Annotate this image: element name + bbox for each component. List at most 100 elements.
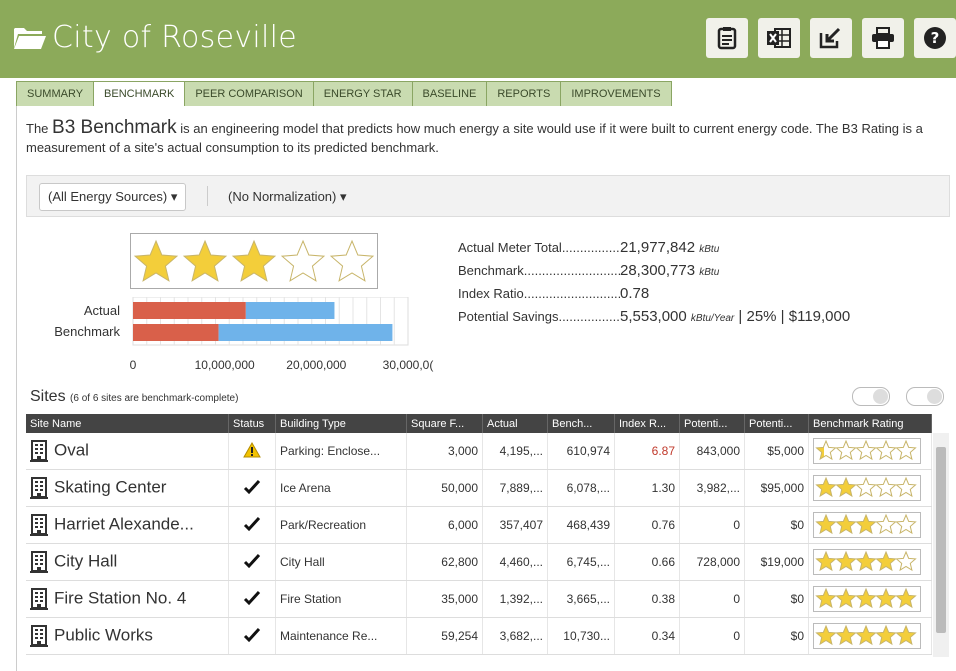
potential-usd-cell: $0: [744, 506, 809, 544]
actual-cell: 357,407: [482, 506, 548, 544]
row-rating-stars: [815, 587, 917, 609]
stat-actual: Actual Meter Total......................…: [458, 236, 850, 259]
tab-baseline[interactable]: BASELINE: [411, 81, 488, 106]
overall-stars: [133, 239, 375, 282]
print-button[interactable]: [862, 18, 904, 58]
energy-source-select[interactable]: (All Energy Sources) ▾: [39, 183, 187, 211]
square-feet-cell: 50,000: [406, 469, 483, 507]
app-header: City of Roseville ?: [0, 0, 956, 78]
tab-benchmark[interactable]: BENCHMARK: [93, 81, 186, 108]
square-feet-cell: 62,800: [406, 543, 483, 581]
star-outline: [875, 439, 897, 461]
potential-kbtu-cell: 0: [679, 617, 745, 655]
stat-value: 5,553,000 kBtu/Year | 25% | $119,000: [620, 308, 851, 325]
status-cell: [228, 469, 276, 507]
table-row[interactable]: City Hall City Hall 62,800 4,460,... 6,745,.…: [26, 543, 932, 581]
index-ratio-cell: 0.66: [614, 543, 680, 581]
star-outline: [875, 476, 897, 498]
normalization-select[interactable]: (No Normalization) ▾: [219, 183, 356, 211]
group-toggle[interactable]: [852, 387, 890, 406]
stat-potential-savings: Potential Savings.......................…: [458, 305, 850, 328]
building-icon: [30, 514, 48, 536]
index-ratio-cell: 6.87: [614, 433, 680, 470]
row-rating-stars: [815, 624, 917, 646]
actual-bar-blue: [245, 302, 335, 319]
col-potential-kbtu[interactable]: Potenti...: [679, 414, 745, 433]
site-name-cell[interactable]: City Hall: [26, 543, 229, 581]
building-icon: [30, 477, 48, 499]
benchmark-cell: 3,665,...: [547, 580, 615, 618]
tab-peer-comparison[interactable]: PEER COMPARISON: [184, 81, 314, 106]
stat-value: 0.78: [620, 285, 650, 302]
site-name-cell[interactable]: Public Works: [26, 617, 229, 655]
table-row[interactable]: Harriet Alexande... Park/Recreation 6,000 3…: [26, 506, 932, 544]
col-benchmark[interactable]: Bench...: [547, 414, 615, 433]
star-outline: [855, 476, 877, 498]
table-header: Site Name Status Building Type Square F.…: [26, 414, 932, 433]
warning-icon: [243, 441, 261, 457]
table-row[interactable]: Oval Parking: Enclose... 3,000 4,195,... 610…: [26, 433, 932, 470]
tab-reports[interactable]: REPORTS: [486, 81, 562, 106]
print-icon: [872, 27, 894, 49]
tab-energy-star[interactable]: ENERGY STAR: [312, 81, 413, 106]
col-potential-usd[interactable]: Potenti...: [744, 414, 809, 433]
actual-cell: 3,682,...: [482, 617, 548, 655]
star-fill: [135, 241, 177, 281]
site-name-cell[interactable]: Harriet Alexande...: [26, 506, 229, 544]
help-button[interactable]: ?: [914, 18, 956, 58]
actual-cell: 4,460,...: [482, 543, 548, 581]
building-type-cell: City Hall: [275, 543, 407, 581]
star-outline: [855, 439, 877, 461]
group-toggle-knob: [873, 389, 888, 404]
actual-cell: 4,195,...: [482, 433, 548, 470]
tab-improvements[interactable]: IMPROVEMENTS: [560, 81, 672, 106]
tab-summary[interactable]: SUMMARY: [16, 81, 95, 106]
map-toggle[interactable]: [906, 387, 944, 406]
col-index-ratio[interactable]: Index R...: [614, 414, 680, 433]
col-building-type[interactable]: Building Type: [275, 414, 407, 433]
status-cell: [228, 433, 276, 470]
excel-button[interactable]: [758, 18, 800, 58]
site-name: Oval: [54, 440, 89, 460]
benchmark-cell: 6,745,...: [547, 543, 615, 581]
page-title: City of Roseville: [52, 20, 298, 55]
col-site-name[interactable]: Site Name: [26, 414, 229, 433]
col-actual[interactable]: Actual: [482, 414, 548, 433]
building-icon: [30, 440, 48, 462]
index-ratio-cell: 0.38: [614, 580, 680, 618]
potential-kbtu-cell: 728,000: [679, 543, 745, 581]
scrollbar-thumb[interactable]: [936, 447, 946, 633]
export-icon: [819, 27, 841, 49]
export-button[interactable]: [810, 18, 852, 58]
building-type-cell: Park/Recreation: [275, 506, 407, 544]
col-status[interactable]: Status: [228, 414, 276, 433]
col-benchmark-rating[interactable]: Benchmark Rating: [808, 414, 932, 433]
site-name-cell[interactable]: Oval: [26, 433, 229, 470]
stats-panel: Actual Meter Total......................…: [458, 236, 850, 328]
table-row[interactable]: Fire Station No. 4 Fire Station 35,000 1,39…: [26, 580, 932, 618]
table-scrollbar[interactable]: [933, 433, 949, 657]
col-square-feet[interactable]: Square F...: [406, 414, 483, 433]
building-type-cell: Ice Arena: [275, 469, 407, 507]
sites-table: Site Name Status Building Type Square F.…: [26, 414, 932, 655]
site-name-cell[interactable]: Skating Center: [26, 469, 229, 507]
potential-usd-cell: $5,000: [744, 433, 809, 470]
table-row[interactable]: Skating Center Ice Arena 50,000 7,889,... 6,…: [26, 469, 932, 507]
site-name: City Hall: [54, 551, 118, 571]
site-name: Fire Station No. 4: [54, 588, 187, 608]
check-icon: [243, 553, 261, 568]
site-name-cell[interactable]: Fire Station No. 4: [26, 580, 229, 618]
star-outline: [280, 239, 326, 282]
square-feet-cell: 59,254: [406, 617, 483, 655]
building-type-cell: Fire Station: [275, 580, 407, 618]
table-row[interactable]: Public Works Maintenance Re... 59,254 3,682…: [26, 617, 932, 655]
benchmark-bar-blue: [218, 324, 393, 341]
index-ratio-cell: 1.30: [614, 469, 680, 507]
check-icon: [243, 516, 261, 531]
square-feet-cell: 3,000: [406, 433, 483, 470]
stat-label: Actual Meter Total......................…: [458, 240, 620, 255]
potential-usd-cell: $19,000: [744, 543, 809, 581]
notes-button[interactable]: [706, 18, 748, 58]
building-icon: [30, 625, 48, 647]
sites-heading: Sites (6 of 6 sites are benchmark-comple…: [30, 388, 239, 405]
